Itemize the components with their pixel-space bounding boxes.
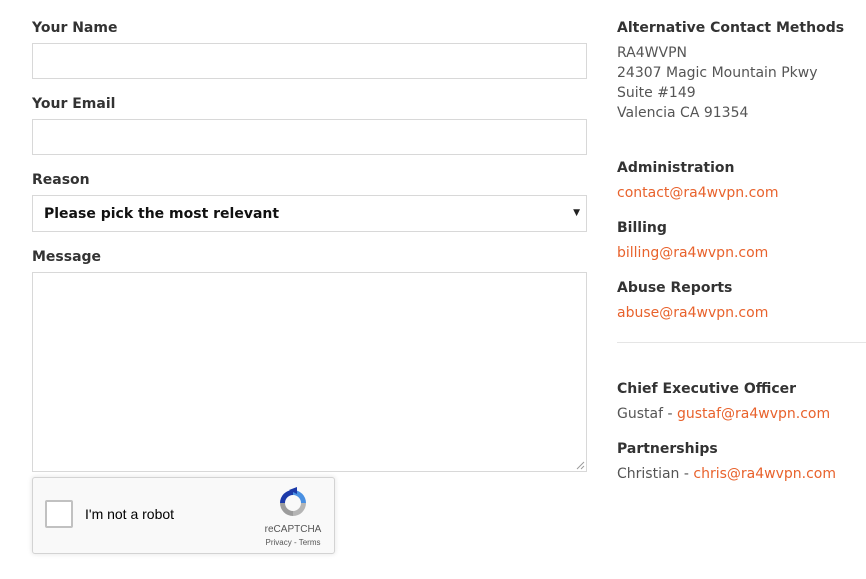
billing-email-row: billing@ra4wvpn.com <box>617 243 768 263</box>
email-input[interactable] <box>32 119 587 155</box>
address-line: RA4WVPN <box>617 45 687 61</box>
recaptcha-links-separator: - <box>291 538 299 547</box>
message-label: Message <box>32 249 102 265</box>
administration-email-link[interactable]: contact@ra4wvpn.com <box>617 185 778 201</box>
recaptcha-label: I'm not a robot <box>85 506 175 522</box>
ceo-person: Gustaf - <box>617 406 677 422</box>
partnerships-email-link[interactable]: chris@ra4wvpn.com <box>693 466 836 482</box>
dropdown-arrow-icon: ▼ <box>573 208 580 218</box>
ceo-email-link[interactable]: gustaf@ra4wvpn.com <box>677 406 830 422</box>
recaptcha-privacy-link[interactable]: Privacy <box>266 538 292 547</box>
ceo-heading: Chief Executive Officer <box>617 381 797 397</box>
partnerships-heading: Partnerships <box>617 441 718 457</box>
recaptcha-brand: reCAPTCHA <box>264 524 322 535</box>
reason-selected-value: Please pick the most relevant <box>44 206 280 222</box>
partnerships-person: Christian - <box>617 466 694 482</box>
administration-heading: Administration <box>617 160 735 176</box>
name-input[interactable] <box>32 43 587 79</box>
reason-select[interactable]: Please pick the most relevant ▼ <box>32 195 587 232</box>
recaptcha-widget: I'm not a robot reCAPTCHA Privacy - Term… <box>32 477 335 554</box>
address-line: Valencia CA 91354 <box>617 105 749 121</box>
address-line: 24307 Magic Mountain Pkwy <box>617 65 818 81</box>
billing-heading: Billing <box>617 220 667 236</box>
resize-handle-icon[interactable] <box>576 461 585 470</box>
billing-email-link[interactable]: billing@ra4wvpn.com <box>617 245 768 261</box>
abuse-email-row: abuse@ra4wvpn.com <box>617 303 768 323</box>
contact-page: Your Name Your Email Reason Please pick … <box>0 0 866 579</box>
partnerships-row: Christian - chris@ra4wvpn.com <box>617 464 836 484</box>
recaptcha-checkbox[interactable] <box>45 500 73 528</box>
email-label: Your Email <box>32 96 116 112</box>
recaptcha-links: Privacy - Terms <box>247 538 339 548</box>
recaptcha-logo-icon <box>280 487 306 516</box>
section-divider <box>617 342 866 343</box>
ceo-row: Gustaf - gustaf@ra4wvpn.com <box>617 404 830 424</box>
administration-email-row: contact@ra4wvpn.com <box>617 183 778 203</box>
abuse-heading: Abuse Reports <box>617 280 733 296</box>
address-line: Suite #149 <box>617 85 696 101</box>
name-label: Your Name <box>32 20 118 36</box>
abuse-email-link[interactable]: abuse@ra4wvpn.com <box>617 305 768 321</box>
message-textarea[interactable] <box>32 272 587 472</box>
recaptcha-terms-link[interactable]: Terms <box>299 538 321 547</box>
alt-contact-heading: Alternative Contact Methods <box>617 20 845 36</box>
reason-label: Reason <box>32 172 90 188</box>
